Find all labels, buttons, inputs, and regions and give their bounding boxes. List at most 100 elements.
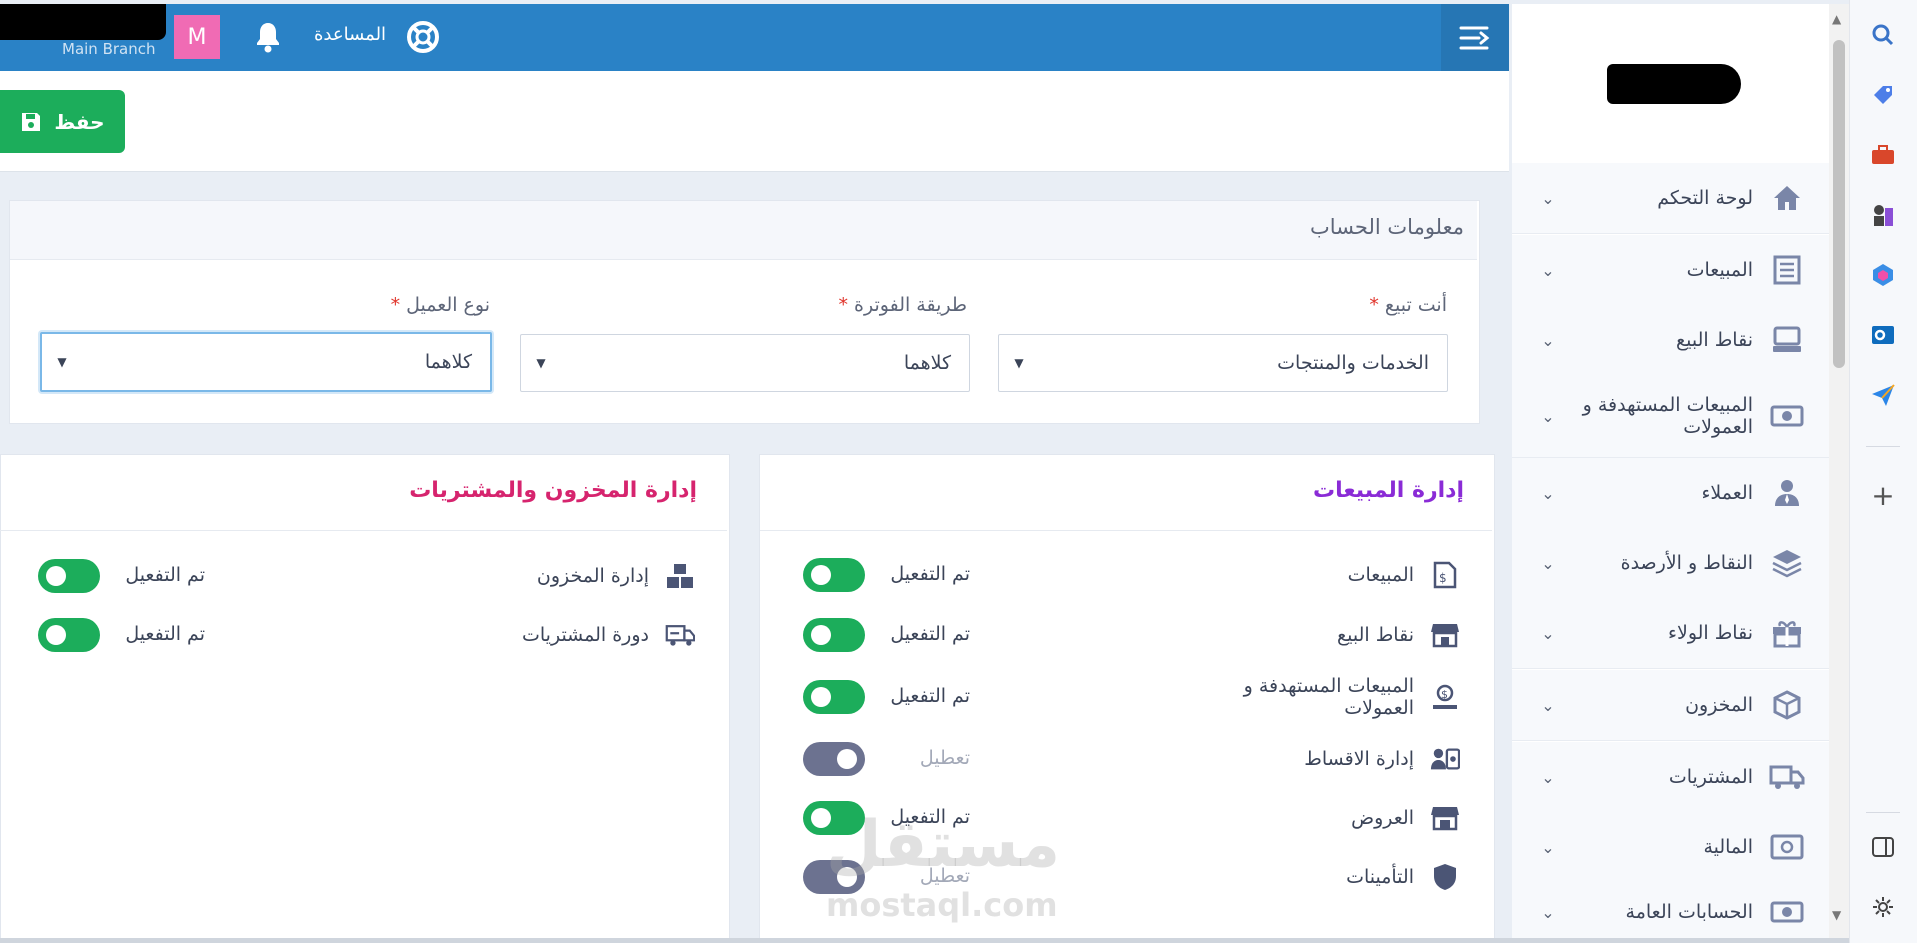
toggle-knob xyxy=(837,749,857,769)
customer-type-select[interactable]: كلاهما ▼ xyxy=(40,332,492,392)
module-toggle[interactable] xyxy=(38,559,100,593)
gear-icon[interactable] xyxy=(1866,890,1900,924)
chevron-down-icon: ⌄ xyxy=(1541,623,1555,643)
store-icon xyxy=(1430,620,1460,650)
invoice-dollar-icon: $ xyxy=(1430,560,1460,590)
sidebar-item-label: المبيعات المستهدفة و العمولات xyxy=(1582,394,1753,438)
sidebar-item-7[interactable]: المخزون ⌄ xyxy=(1512,670,1829,741)
module-toggle[interactable] xyxy=(803,680,865,714)
tag-icon[interactable] xyxy=(1866,78,1900,112)
module-status: تم التفعيل xyxy=(890,623,970,645)
sell-type-select[interactable]: الخدمات والمنتجات ▼ xyxy=(998,334,1448,392)
account-info-title: معلومات الحساب xyxy=(1310,215,1464,239)
sidebar-item-3[interactable]: المبيعات المستهدفة و العمولات ⌄ xyxy=(1512,375,1829,458)
caret-down-icon: ▼ xyxy=(57,355,67,369)
sidebar-panel-icon[interactable] xyxy=(1866,830,1900,864)
sidebar-item-8[interactable]: المشتريات ⌄ xyxy=(1512,742,1829,813)
sidebar-item-6[interactable]: نقاط الولاء ⌄ xyxy=(1512,598,1829,669)
field-label-sell-type: أنت تبيع * xyxy=(1369,294,1447,316)
receipt-icon xyxy=(1769,252,1805,288)
module-label: المبيعات المستهدفة و العمولات xyxy=(1243,675,1414,719)
sidebar-item-1[interactable]: المبيعات ⌄ xyxy=(1512,235,1829,306)
sidebar-item-label: نقاط الولاء xyxy=(1668,622,1753,644)
card-divider xyxy=(760,530,1492,531)
toggle-knob xyxy=(811,625,831,645)
search-icon[interactable] xyxy=(1866,18,1900,52)
svg-text:$: $ xyxy=(1441,688,1448,701)
module-status: تم التفعيل xyxy=(890,563,970,585)
sidebar-item-10[interactable]: الحسابات العامة ⌄ xyxy=(1512,882,1829,943)
toggle-knob xyxy=(46,566,66,586)
module-status: تم التفعيل xyxy=(125,564,205,586)
caret-down-icon: ▼ xyxy=(1014,356,1024,370)
caret-down-icon: ▼ xyxy=(536,356,546,370)
sidebar-toggle-button[interactable] xyxy=(1441,4,1509,71)
send-icon[interactable] xyxy=(1866,378,1900,412)
chevron-down-icon: ⌄ xyxy=(1541,695,1555,715)
watermark-arabic: مستقل xyxy=(826,808,1061,882)
company-logo[interactable] xyxy=(1607,64,1741,104)
redacted-user-name xyxy=(0,4,166,40)
module-toggle[interactable] xyxy=(803,558,865,592)
sidebar-item-2[interactable]: نقاط البيع ⌄ xyxy=(1512,305,1829,376)
truck-icon xyxy=(1769,759,1805,795)
floppy-disk-icon xyxy=(20,111,42,133)
user-avatar[interactable]: M xyxy=(174,15,220,59)
scroll-down-arrow-icon[interactable]: ▼ xyxy=(1832,908,1841,922)
menu-arrow-icon xyxy=(1459,26,1490,49)
shield-icon xyxy=(1430,862,1460,892)
chevron-down-icon: ⌄ xyxy=(1541,837,1555,857)
sell-type-value: الخدمات والمنتجات xyxy=(1277,352,1429,374)
sidebar-item-label: النقاط و الأرصدة xyxy=(1620,552,1753,574)
module-label: نقاط البيع xyxy=(1337,624,1414,646)
module-status: تم التفعيل xyxy=(125,623,205,645)
branch-name[interactable]: Main Branch xyxy=(62,40,156,58)
safe-icon xyxy=(1769,829,1805,865)
module-toggle[interactable] xyxy=(803,618,865,652)
scrollbar-thumb[interactable] xyxy=(1833,40,1845,368)
money-icon xyxy=(1769,398,1805,434)
sidebar-item-label: العملاء xyxy=(1701,482,1754,504)
action-bar xyxy=(0,71,1509,172)
lifebuoy-icon[interactable] xyxy=(406,20,440,54)
toolbox-icon[interactable] xyxy=(1866,138,1900,172)
chess-icon[interactable] xyxy=(1866,198,1900,232)
module-toggle[interactable] xyxy=(38,618,100,652)
chevron-down-icon: ⌄ xyxy=(1541,553,1555,573)
help-label[interactable]: المساعدة xyxy=(314,24,386,45)
pos-terminal-icon xyxy=(1769,322,1805,358)
edge-divider xyxy=(1866,812,1900,813)
sidebar-item-9[interactable]: المالية ⌄ xyxy=(1512,812,1829,883)
copilot-icon[interactable] xyxy=(1866,258,1900,292)
box-icon xyxy=(1769,687,1805,723)
module-label: التأمينات xyxy=(1346,866,1414,888)
field-label-customer-type: نوع العميل * xyxy=(390,294,490,316)
module-toggle[interactable] xyxy=(803,742,865,776)
bell-icon[interactable] xyxy=(252,20,284,54)
hand-coin-icon: $ xyxy=(1430,682,1460,712)
sidebar-item-5[interactable]: النقاط و الأرصدة ⌄ xyxy=(1512,528,1829,599)
chevron-down-icon: ⌄ xyxy=(1541,260,1555,280)
user-money-icon xyxy=(1430,744,1460,774)
plus-icon[interactable]: + xyxy=(1866,478,1900,512)
card-divider xyxy=(0,530,727,531)
account-info-header xyxy=(10,201,1477,260)
chevron-down-icon: ⌄ xyxy=(1541,767,1555,787)
sidebar-item-label: لوحة التحكم xyxy=(1657,187,1753,209)
home-icon xyxy=(1769,180,1805,216)
save-button[interactable]: حفظ xyxy=(0,90,125,153)
toggle-knob xyxy=(811,565,831,585)
module-status: تعطيل xyxy=(919,747,970,769)
chevron-down-icon: ⌄ xyxy=(1541,902,1555,922)
sidebar-item-label: المبيعات xyxy=(1686,259,1753,281)
sidebar-item-0[interactable]: لوحة التحكم ⌄ xyxy=(1512,163,1829,234)
outlook-icon[interactable] xyxy=(1866,318,1900,352)
boxes-icon xyxy=(665,561,695,591)
sidebar-item-4[interactable]: العملاء ⌄ xyxy=(1512,458,1829,529)
shop-icon xyxy=(1430,803,1460,833)
scroll-up-arrow-icon[interactable]: ▲ xyxy=(1832,12,1841,26)
billing-method-select[interactable]: كلاهما ▼ xyxy=(520,334,970,392)
layers-icon xyxy=(1769,545,1805,581)
chevron-down-icon: ⌄ xyxy=(1541,188,1555,208)
watermark-latin: mostaql.com xyxy=(826,886,1058,924)
